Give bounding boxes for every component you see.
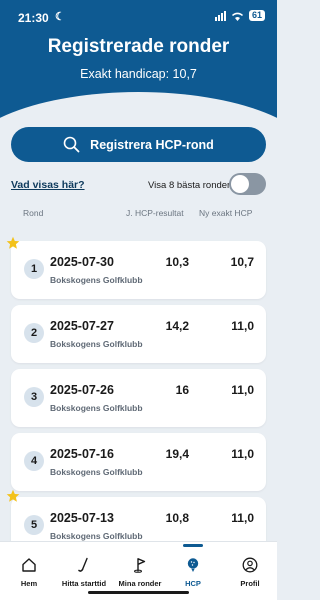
best-rounds-toggle[interactable]	[229, 173, 266, 195]
flag-icon	[134, 558, 146, 573]
round-result: 10,8	[165, 511, 189, 525]
exact-handicap: Exakt handicap: 10,7	[80, 67, 197, 81]
moon-icon: ☾	[55, 11, 65, 23]
nav-label-tee-time: Hitta starttid	[61, 579, 107, 588]
nav-label-home: Hem	[20, 579, 38, 588]
header-curve	[0, 92, 277, 122]
golf-club-icon	[78, 557, 88, 572]
battery-icon: 61	[248, 10, 265, 21]
round-new-hcp: 11,0	[231, 511, 254, 525]
round-club: Bokskogens Golfklubb	[50, 339, 143, 349]
column-header-result: J. HCP-resultat	[126, 208, 184, 218]
round-date: 2025-07-27	[50, 319, 114, 333]
round-new-hcp: 11,0	[231, 447, 254, 461]
nav-label-profile: Profil	[240, 579, 260, 588]
golf-ball-icon	[187, 558, 199, 572]
round-date: 2025-07-16	[50, 447, 114, 461]
round-result: 19,4	[165, 447, 189, 461]
register-button-label: Registrera HCP-rond	[90, 137, 214, 152]
round-card[interactable]: 3 2025-07-26 Bokskogens Golfklubb 16 11,…	[11, 369, 266, 427]
round-number: 3	[24, 387, 44, 407]
round-club: Bokskogens Golfklubb	[50, 275, 143, 285]
round-card[interactable]: 4 2025-07-16 Bokskogens Golfklubb 19,4 1…	[11, 433, 266, 491]
home-icon	[22, 558, 36, 572]
round-date: 2025-07-30	[50, 255, 114, 269]
round-club: Bokskogens Golfklubb	[50, 467, 143, 477]
round-date: 2025-07-13	[50, 511, 114, 525]
round-card[interactable]: 2 2025-07-27 Bokskogens Golfklubb 14,2 1…	[11, 305, 266, 363]
round-result: 14,2	[165, 319, 189, 333]
round-club: Bokskogens Golfklubb	[50, 403, 143, 413]
nav-label-my-rounds: Mina ronder	[118, 579, 162, 588]
round-card[interactable]: 1 2025-07-30 Bokskogens Golfklubb 10,3 1…	[11, 241, 266, 299]
round-new-hcp: 11,0	[231, 319, 254, 333]
column-header-hcp: Ny exakt HCP	[199, 208, 253, 218]
status-right: 61	[214, 10, 265, 21]
round-date: 2025-07-26	[50, 383, 114, 397]
profile-icon	[242, 557, 258, 573]
page-title: Registrerade ronder	[47, 36, 230, 57]
column-header-round: Rond	[23, 208, 44, 218]
register-hcp-round-button[interactable]: Registrera HCP-rond	[11, 127, 266, 162]
star-icon	[6, 489, 20, 502]
round-number: 2	[24, 323, 44, 343]
nav-item-profile[interactable]: Profil	[235, 542, 265, 600]
signal-icon	[214, 10, 226, 21]
round-result: 10,3	[165, 255, 189, 269]
best-rounds-label: Visa 8 bästa ronder	[148, 180, 231, 191]
round-club: Bokskogens Golfklubb	[50, 531, 143, 541]
search-icon	[63, 136, 80, 153]
wifi-icon	[231, 12, 244, 21]
round-result: 16	[175, 383, 189, 397]
status-bar: 21:30 ☾ 61	[0, 0, 277, 34]
round-new-hcp: 10,7	[230, 255, 254, 269]
status-time: 21:30	[18, 11, 49, 25]
star-icon	[6, 236, 20, 249]
round-number: 5	[24, 515, 44, 535]
round-number: 1	[24, 259, 44, 279]
nav-item-home[interactable]: Hem	[14, 542, 44, 600]
round-number: 4	[24, 451, 44, 471]
home-indicator[interactable]	[88, 591, 189, 594]
round-new-hcp: 11,0	[231, 383, 254, 397]
info-link[interactable]: Vad visas här?	[11, 179, 85, 191]
nav-label-hcp: HCP	[185, 579, 201, 588]
toggle-knob	[231, 175, 249, 193]
